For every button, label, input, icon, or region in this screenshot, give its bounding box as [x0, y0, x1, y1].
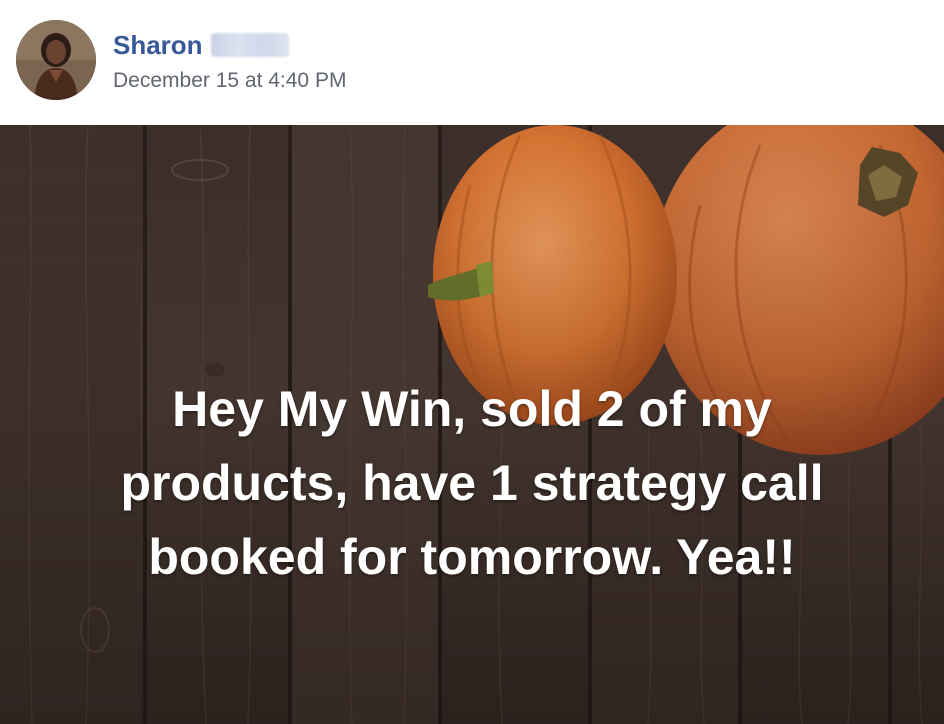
facebook-post: Sharon December 15 at 4:40 PM Hey My Win…: [0, 0, 944, 724]
post-header: Sharon December 15 at 4:40 PM: [0, 0, 944, 125]
post-message-line: Hey My Win, sold 2 of my: [172, 381, 772, 437]
redacted-surname: [210, 33, 289, 57]
post-timestamp[interactable]: December 15 at 4:40 PM: [113, 67, 346, 95]
author-avatar[interactable]: [16, 20, 96, 100]
author-row: Sharon: [113, 30, 289, 60]
post-message: Hey My Win, sold 2 of my products, have …: [40, 372, 904, 594]
post-message-line: products, have 1 strategy call: [120, 455, 824, 511]
avatar-photo: [16, 20, 96, 100]
post-message-line: booked for tomorrow. Yea!!: [148, 529, 796, 585]
post-image[interactable]: Hey My Win, sold 2 of my products, have …: [0, 125, 944, 724]
author-name-link[interactable]: Sharon: [113, 30, 203, 60]
